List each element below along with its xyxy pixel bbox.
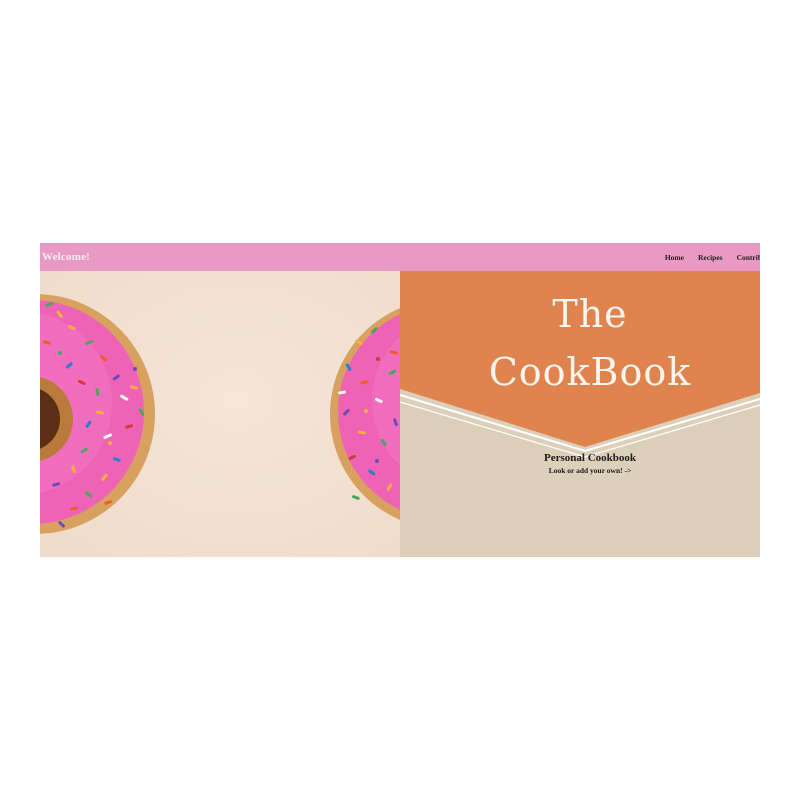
subtitle: Personal Cookbook <box>544 452 636 464</box>
donut-image <box>40 271 400 557</box>
hero-image <box>40 271 400 557</box>
nav-home-link[interactable]: Home <box>665 253 684 262</box>
page-title: The CookBook <box>400 285 760 401</box>
website-frame: Welcome! Home Recipes Contribute <box>40 243 760 557</box>
add-recipe-link[interactable]: Look or add your own! -> <box>400 466 760 475</box>
nav-contribute-link[interactable]: Contribute <box>737 253 760 262</box>
nav-links: Home Recipes Contribute <box>665 253 760 262</box>
page: Welcome! Home Recipes Contribute <box>0 0 800 800</box>
title-panel: The CookBook Personal Cookbook Look or a… <box>400 271 760 557</box>
welcome-text: Welcome! <box>42 251 91 263</box>
title-line-2: CookBook <box>488 350 692 394</box>
navbar: Welcome! Home Recipes Contribute <box>40 243 760 271</box>
title-line-1: The <box>552 292 628 336</box>
nav-recipes-link[interactable]: Recipes <box>698 253 723 262</box>
